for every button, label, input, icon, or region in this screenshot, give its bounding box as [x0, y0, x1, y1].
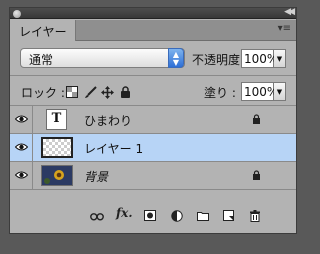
link-layers-icon[interactable] — [90, 210, 104, 224]
lock-label: ロック : — [21, 86, 65, 100]
transparent-layer-thumbnail — [41, 137, 73, 158]
layer-row-himawari[interactable]: T ひまわり — [10, 106, 296, 134]
fill-dropdown-icon[interactable]: ▼ — [274, 82, 286, 101]
layer-row-layer1[interactable]: レイヤー 1 — [10, 134, 296, 162]
fill-label: 塗り : — [204, 86, 236, 100]
layer-name[interactable]: 背景 — [84, 168, 108, 185]
visibility-toggle[interactable] — [10, 106, 33, 133]
layer-name[interactable]: レイヤー 1 — [84, 140, 143, 157]
eye-icon — [15, 171, 28, 179]
layers-panel: ◀◀ レイヤー ▾≡ 通常 ▲ ▼ 不透明度 : 100% ▼ ロック : 塗り … — [9, 7, 297, 234]
lock-transparent-pixels-icon[interactable] — [66, 86, 78, 100]
adjustment-layer-icon[interactable] — [171, 210, 183, 225]
close-icon[interactable] — [13, 9, 21, 18]
eye-icon — [15, 143, 28, 151]
sunflower-thumbnail — [41, 165, 73, 186]
layer-style-fx-icon[interactable]: fx. — [116, 206, 133, 220]
blend-mode-select[interactable]: 通常 ▲ ▼ — [20, 48, 185, 68]
layer-row-background[interactable]: 背景 — [10, 162, 296, 190]
lock-icon — [252, 114, 261, 127]
brush-icon[interactable] — [84, 86, 97, 101]
opacity-label: 不透明度 : — [192, 53, 248, 67]
panel-tab-bar: レイヤー ▾≡ — [10, 20, 296, 41]
lock-icon — [252, 170, 261, 183]
opacity-dropdown-icon[interactable]: ▼ — [274, 49, 286, 68]
lock-all-icon[interactable] — [120, 86, 131, 100]
add-mask-icon[interactable] — [144, 210, 156, 224]
panel-menu-icon[interactable]: ▾≡ — [278, 23, 291, 34]
trash-icon[interactable] — [250, 210, 260, 225]
new-layer-icon[interactable] — [223, 210, 234, 224]
tab-layers[interactable]: レイヤー — [10, 20, 76, 41]
layers-list: T ひまわり レイヤー 1 背景 — [10, 105, 296, 200]
visibility-toggle[interactable] — [10, 134, 33, 161]
panel-footer: fx. — [10, 203, 296, 233]
folder-icon[interactable] — [197, 210, 209, 224]
opacity-input[interactable]: 100% — [241, 49, 278, 68]
eye-icon — [15, 115, 28, 123]
layer-name[interactable]: ひまわり — [84, 112, 132, 129]
divider — [10, 75, 296, 76]
move-icon[interactable] — [101, 86, 114, 101]
text-layer-thumbnail: T — [46, 109, 67, 130]
visibility-toggle[interactable] — [10, 162, 33, 189]
chevron-updown-icon: ▲ ▼ — [168, 48, 184, 68]
panel-title-bar[interactable]: ◀◀ — [10, 7, 296, 19]
fill-input[interactable]: 100% — [241, 82, 278, 101]
collapse-icon[interactable]: ◀◀ — [284, 7, 295, 17]
blend-mode-value: 通常 — [29, 53, 54, 67]
